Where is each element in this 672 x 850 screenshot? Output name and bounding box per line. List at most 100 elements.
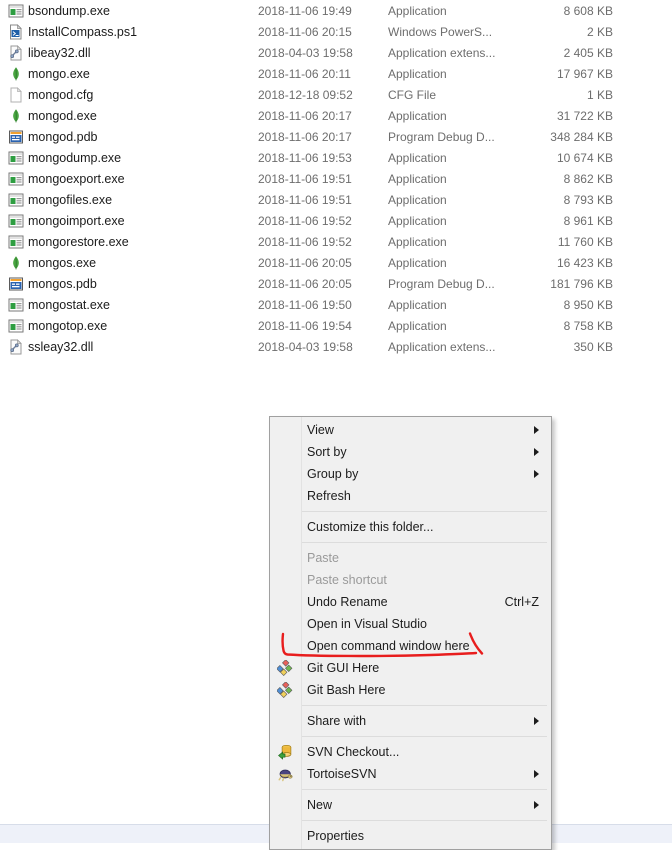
file-icon-cell [0, 318, 28, 334]
file-list-row[interactable]: mongos.pdb 2018-11-06 20:05 Program Debug … [0, 273, 672, 294]
menu-item-share-with[interactable]: Share with [270, 710, 551, 732]
file-type-cell: Application [388, 108, 447, 123]
file-name-cell: mongodump.exe [28, 150, 122, 165]
dll-icon [10, 44, 22, 60]
file-date-cell: 2018-11-06 20:17 [258, 129, 352, 144]
file-date-cell: 2018-04-03 19:58 [258, 339, 353, 354]
file-type-cell: Application [388, 171, 447, 186]
file-list-row[interactable]: mongoimport.exe 2018-11-06 19:52 Applicati… [0, 210, 672, 231]
file-size-cell: 181 796 KB [550, 276, 613, 291]
file-list-row[interactable]: mongotop.exe 2018-11-06 19:54 Application 8… [0, 315, 672, 336]
file-size-cell: 1 KB [586, 87, 613, 102]
menu-item-svn-checkout[interactable]: SVN Checkout... [270, 741, 551, 763]
file-list-row[interactable]: libeay32.dll 2018-04-03 19:58 Application … [0, 42, 672, 63]
file-icon-cell [0, 276, 28, 292]
file-list-row[interactable]: ssleay32.dll 2018-04-03 19:58 Application … [0, 336, 672, 357]
menu-item-label: Undo Rename [307, 595, 388, 609]
context-menu-items: View Sort by Group by Refresh Customize this… [270, 419, 551, 847]
menu-item-customize-this-folder[interactable]: Customize this folder... [270, 516, 551, 538]
file-icon-cell [0, 108, 28, 124]
file-list-row[interactable]: mongorestore.exe 2018-11-06 19:52 Applicat… [0, 231, 672, 252]
menu-item-git-bash-here[interactable]: Git Bash Here [270, 679, 551, 701]
menu-separator [302, 511, 547, 512]
file-date-cell: 2018-11-06 19:51 [258, 171, 352, 186]
menu-item-properties[interactable]: Properties [270, 825, 551, 847]
submenu-arrow-icon [534, 426, 539, 434]
git-diamonds-icon [277, 682, 293, 698]
file-date-cell: 2018-11-06 20:05 [258, 255, 352, 270]
menu-item-label: Git Bash Here [307, 683, 386, 697]
menu-separator [302, 542, 547, 543]
file-icon-cell [0, 192, 28, 208]
menu-item-view[interactable]: View [270, 419, 551, 441]
application-exe-icon [8, 214, 24, 227]
file-list-row[interactable]: mongo.exe 2018-11-06 20:11 Application 17 9… [0, 63, 672, 84]
file-name-cell: mongos.pdb [28, 276, 97, 291]
file-type-cell: Application [388, 234, 447, 249]
file-type-cell: CFG File [388, 87, 436, 102]
submenu-arrow-icon [534, 448, 539, 456]
file-list-row[interactable]: mongod.exe 2018-11-06 20:17 Application 31 … [0, 105, 672, 126]
file-size-cell: 8 758 KB [563, 318, 613, 333]
file-date-cell: 2018-11-06 19:52 [258, 213, 352, 228]
application-exe-icon [8, 151, 24, 164]
file-icon-cell [0, 86, 28, 103]
file-list-row[interactable]: mongodump.exe 2018-11-06 19:53 Application… [0, 147, 672, 168]
file-name-cell: mongos.exe [28, 255, 97, 270]
file-list-row[interactable]: bsondump.exe 2018-11-06 19:49 Application 8… [0, 0, 672, 21]
menu-item-open-command-window-here[interactable]: Open command window here [270, 635, 551, 657]
menu-item-open-in-visual-studio[interactable]: Open in Visual Studio [270, 613, 551, 635]
file-list-row[interactable]: mongod.cfg 2018-12-18 09:52 CFG File 1 KB [0, 84, 672, 105]
powershell-script-icon [10, 23, 22, 39]
menu-separator [302, 820, 547, 821]
menu-item-undo-rename[interactable]: Undo Rename Ctrl+Z [270, 591, 551, 613]
explorer-context-menu[interactable]: View Sort by Group by Refresh Customize this… [269, 416, 552, 850]
file-size-cell: 8 862 KB [563, 171, 613, 186]
submenu-arrow-icon [534, 801, 539, 809]
menu-item-refresh[interactable]: Refresh [270, 485, 551, 507]
file-list-row[interactable]: mongos.exe 2018-11-06 20:05 Application 16 … [0, 252, 672, 273]
file-list-rows: bsondump.exe 2018-11-06 19:49 Application 8… [0, 0, 672, 357]
menu-item-sort-by[interactable]: Sort by [270, 441, 551, 463]
menu-item-accelerator: Ctrl+Z [504, 595, 539, 609]
menu-item-group-by[interactable]: Group by [270, 463, 551, 485]
file-type-cell: Application [388, 150, 447, 165]
file-name-cell: mongoexport.exe [28, 171, 125, 186]
file-size-cell: 31 722 KB [556, 108, 613, 123]
file-size-cell: 8 961 KB [563, 213, 613, 228]
git-diamonds-icon [277, 660, 293, 676]
file-icon-cell [0, 213, 28, 229]
svn-checkout-icon [277, 744, 293, 760]
file-size-cell: 8 793 KB [563, 192, 613, 207]
file-size-cell: 8 950 KB [563, 297, 613, 312]
application-exe-icon [8, 235, 24, 248]
file-type-cell: Application [388, 318, 447, 333]
menu-item-tortoisesvn[interactable]: TortoiseSVN [270, 763, 551, 785]
submenu-arrow-icon [534, 717, 539, 725]
file-list-row[interactable]: mongod.pdb 2018-11-06 20:17 Program Debug … [0, 126, 672, 147]
menu-item-label: New [307, 798, 333, 812]
file-list-row[interactable]: mongofiles.exe 2018-11-06 19:51 Applicatio… [0, 189, 672, 210]
file-size-cell: 2 KB [586, 24, 613, 39]
file-list-row[interactable]: InstallCompass.ps1 2018-11-06 20:15 Window… [0, 21, 672, 42]
file-date-cell: 2018-12-18 09:52 [258, 87, 353, 102]
file-icon-cell [0, 255, 28, 271]
svn-checkout-icon [278, 744, 292, 760]
menu-item-label: Group by [307, 467, 359, 481]
file-name-cell: mongod.pdb [28, 129, 98, 144]
file-date-cell: 2018-11-06 19:53 [258, 150, 352, 165]
file-list-row[interactable]: mongostat.exe 2018-11-06 19:50 Application… [0, 294, 672, 315]
menu-item-git-gui-here[interactable]: Git GUI Here [270, 657, 551, 679]
git-diamonds-icon [277, 660, 293, 676]
file-list-row[interactable]: mongoexport.exe 2018-11-06 19:51 Applicati… [0, 168, 672, 189]
menu-separator [302, 705, 547, 706]
menu-item-new[interactable]: New [270, 794, 551, 816]
menu-item-label: Sort by [307, 445, 347, 459]
file-date-cell: 2018-11-06 20:15 [258, 24, 352, 39]
file-date-cell: 2018-11-06 20:05 [258, 276, 352, 291]
file-size-cell: 10 674 KB [556, 150, 613, 165]
file-icon-cell [0, 3, 28, 19]
plain-file-icon [10, 86, 22, 102]
file-icon-cell [0, 23, 28, 40]
file-icon-cell [0, 297, 28, 313]
